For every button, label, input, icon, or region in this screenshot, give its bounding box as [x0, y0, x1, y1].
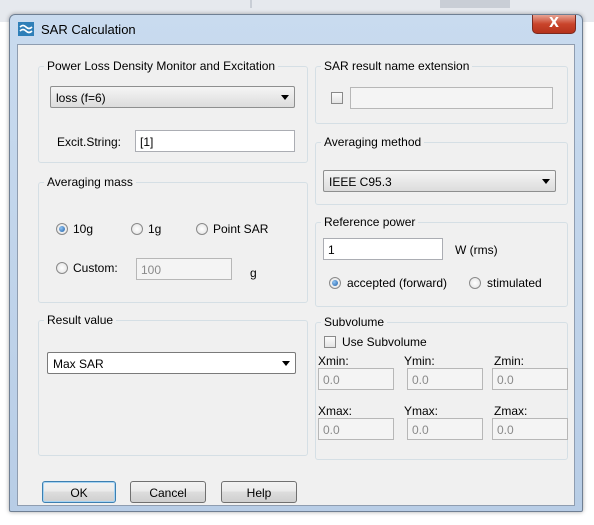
- zmax-value: 0.0: [497, 423, 514, 437]
- mass-point-sar-radio[interactable]: [196, 223, 208, 235]
- background-divider: [250, 0, 252, 8]
- monitor-dropdown[interactable]: loss (f=6): [50, 86, 295, 108]
- averaging-mass-group: Averaging mass: [38, 175, 308, 303]
- help-button-label: Help: [246, 486, 272, 500]
- xmin-label: Xmin:: [318, 354, 349, 368]
- mass-10g-radio[interactable]: [56, 223, 68, 235]
- ymin-input[interactable]: 0.0: [407, 368, 483, 390]
- title-bar[interactable]: SAR Calculation X: [10, 15, 582, 43]
- custom-mass-input[interactable]: 100: [136, 258, 232, 280]
- reference-power-input[interactable]: 1: [323, 238, 443, 260]
- dialog-client-area: Power Loss Density Monitor and Excitatio…: [17, 44, 575, 506]
- result-value-dropdown[interactable]: Max SAR: [47, 352, 296, 374]
- ok-button[interactable]: OK: [42, 481, 116, 503]
- chevron-down-icon: [542, 179, 550, 184]
- zmin-input[interactable]: 0.0: [492, 368, 568, 390]
- stimulated-radio[interactable]: [469, 277, 481, 289]
- stimulated-label[interactable]: stimulated: [487, 276, 542, 290]
- close-button[interactable]: X: [532, 15, 576, 34]
- sar-extension-legend: SAR result name extension: [324, 59, 470, 73]
- close-icon: X: [548, 16, 560, 31]
- mass-custom-label[interactable]: Custom:: [73, 261, 118, 275]
- power-loss-legend: Power Loss Density Monitor and Excitatio…: [47, 59, 276, 73]
- mass-point-sar-label[interactable]: Point SAR: [213, 222, 268, 236]
- xmax-value: 0.0: [323, 423, 340, 437]
- ymin-value: 0.0: [412, 373, 429, 387]
- use-subvolume-label[interactable]: Use Subvolume: [342, 335, 427, 349]
- excit-string-label: Excit.String:: [57, 135, 122, 149]
- averaging-mass-legend: Averaging mass: [47, 175, 133, 189]
- zmax-label: Zmax:: [494, 404, 528, 418]
- ok-button-label: OK: [70, 486, 88, 500]
- sar-extension-input[interactable]: [350, 87, 553, 109]
- mass-1g-label[interactable]: 1g: [148, 222, 161, 236]
- mass-custom-radio[interactable]: [56, 262, 68, 274]
- ymax-label: Ymax:: [404, 404, 439, 418]
- accepted-forward-radio[interactable]: [329, 277, 341, 289]
- mass-10g-label[interactable]: 10g: [73, 222, 93, 236]
- zmax-input[interactable]: 0.0: [492, 418, 568, 440]
- reference-power-group: Reference power: [315, 215, 568, 307]
- custom-mass-value: 100: [141, 263, 162, 277]
- ymax-input[interactable]: 0.0: [407, 418, 483, 440]
- use-subvolume-checkbox[interactable]: [324, 336, 336, 348]
- chevron-down-icon: [281, 95, 289, 100]
- subvolume-legend: Subvolume: [324, 315, 385, 329]
- sar-calculation-dialog: SAR Calculation X Power Loss Density Mon…: [9, 14, 583, 512]
- ymin-label: Ymin:: [404, 354, 435, 368]
- background-window-edge: [440, 0, 510, 8]
- mass-1g-radio[interactable]: [131, 223, 143, 235]
- reference-power-legend: Reference power: [324, 215, 416, 229]
- cancel-button-label: Cancel: [149, 486, 187, 500]
- custom-mass-unit: g: [250, 266, 257, 280]
- excit-string-value: [1]: [140, 135, 154, 149]
- accepted-forward-label[interactable]: accepted (forward): [347, 276, 447, 290]
- zmin-value: 0.0: [497, 373, 514, 387]
- xmax-label: Xmax:: [318, 404, 353, 418]
- cancel-button[interactable]: Cancel: [130, 481, 206, 503]
- averaging-method-legend: Averaging method: [324, 135, 422, 149]
- result-value-selected: Max SAR: [53, 357, 104, 371]
- sar-extension-checkbox[interactable]: [331, 92, 343, 104]
- reference-power-value: 1: [328, 243, 335, 257]
- result-value-group: Result value: [38, 313, 308, 456]
- result-value-legend: Result value: [47, 313, 114, 327]
- zmin-label: Zmin:: [494, 354, 524, 368]
- reference-power-unit: W (rms): [455, 243, 498, 257]
- ymax-value: 0.0: [412, 423, 429, 437]
- sar-app-icon: [18, 22, 34, 36]
- averaging-method-selected: IEEE C95.3: [329, 175, 392, 189]
- monitor-selected-value: loss (f=6): [56, 91, 106, 105]
- xmin-input[interactable]: 0.0: [318, 368, 394, 390]
- xmax-input[interactable]: 0.0: [318, 418, 394, 440]
- excit-string-input[interactable]: [1]: [135, 130, 295, 152]
- xmin-value: 0.0: [323, 373, 340, 387]
- help-button[interactable]: Help: [221, 481, 297, 503]
- averaging-method-dropdown[interactable]: IEEE C95.3: [323, 170, 556, 192]
- window-title: SAR Calculation: [41, 22, 136, 37]
- chevron-down-icon: [282, 361, 290, 366]
